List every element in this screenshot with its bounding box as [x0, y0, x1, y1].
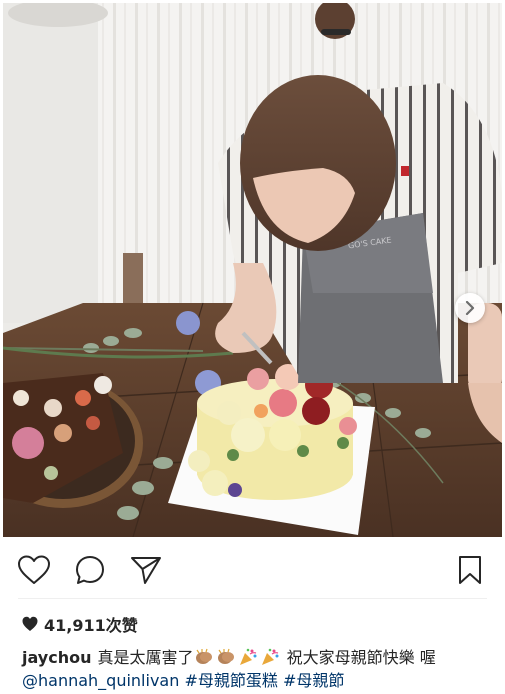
party-popper-icon: [239, 648, 256, 665]
hashtag-link[interactable]: #母親節: [283, 671, 344, 690]
action-bar: [0, 548, 505, 588]
mention-link[interactable]: @hannah_quinlivan: [22, 671, 179, 690]
like-button[interactable]: [16, 552, 52, 588]
paper-plane-icon: [131, 557, 161, 584]
caption-text: 真是太厲害了: [97, 648, 194, 667]
likes-count[interactable]: 41,911次赞: [22, 612, 138, 636]
caption-text-start-line2: 喔: [419, 648, 436, 667]
clapping-hands-icon: [195, 648, 212, 664]
heart-outline-icon: [18, 555, 50, 584]
post-photo[interactable]: GO'S CAKE: [3, 3, 502, 537]
caption-username[interactable]: jaychou: [22, 648, 91, 667]
bookmark-icon: [459, 556, 481, 584]
chevron-right-icon: [465, 301, 475, 315]
clapping-hands-icon: [217, 648, 234, 664]
comment-button[interactable]: [72, 552, 108, 588]
hashtag-link[interactable]: #母親節蛋糕: [184, 671, 277, 690]
save-button[interactable]: [452, 552, 488, 588]
next-photo-button[interactable]: [455, 293, 485, 323]
caption-text-continued: 祝大家母親節快樂: [286, 648, 415, 667]
instagram-post: GO'S CAKE 41,911次赞 jaychou 真是太厲害了 祝大家母親節…: [0, 0, 505, 694]
post-caption: jaychou 真是太厲害了 祝大家母親節快樂 喔 @hannah_quinliv…: [22, 646, 492, 692]
comment-bubble-icon: [76, 556, 104, 584]
cake-decorating-photo: GO'S CAKE: [3, 3, 502, 537]
party-popper-icon: [261, 648, 278, 665]
likes-text: 41,911次赞: [44, 616, 138, 635]
divider: [18, 598, 487, 599]
heart-filled-icon: [22, 616, 38, 631]
share-button[interactable]: [128, 552, 164, 588]
